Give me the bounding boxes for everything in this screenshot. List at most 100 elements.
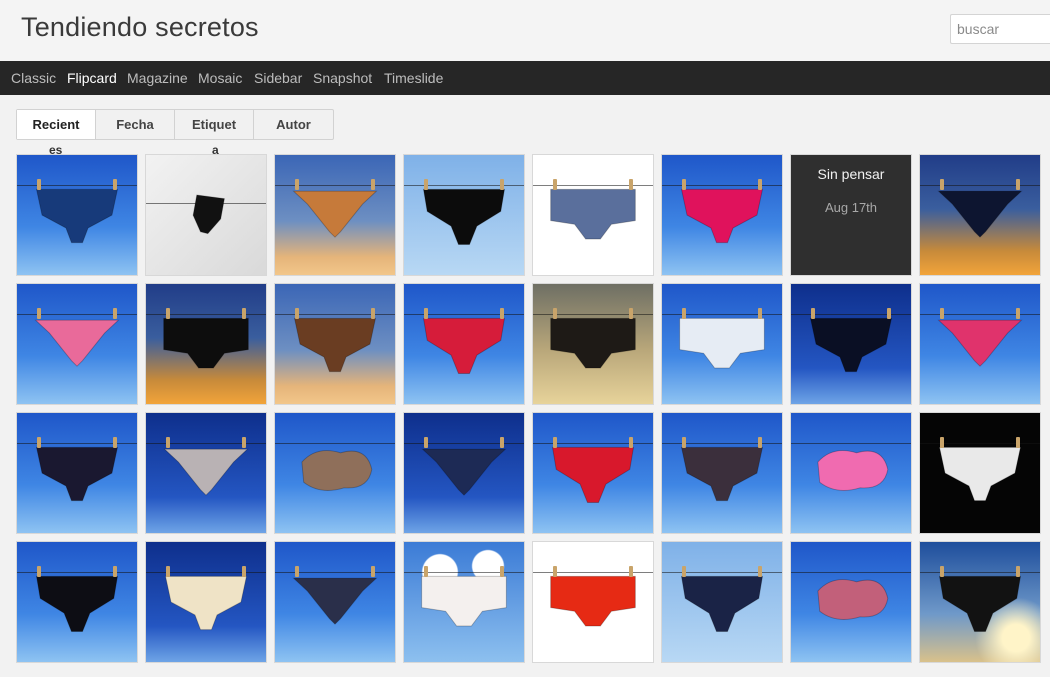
clothespin: [553, 437, 557, 448]
clothespin: [37, 437, 41, 448]
garment-image: [422, 188, 506, 245]
clothespin: [758, 437, 762, 448]
post-card-photo[interactable]: [403, 283, 525, 405]
clothespin: [371, 566, 375, 577]
nav-item-classic[interactable]: Classic: [11, 70, 56, 86]
garment-image: [292, 190, 378, 238]
post-card-photo[interactable]: [532, 154, 654, 276]
post-card-photo[interactable]: [145, 154, 267, 276]
garment-image: [164, 575, 248, 631]
post-card-photo[interactable]: [145, 541, 267, 663]
clothespin: [940, 437, 944, 448]
post-card-photo[interactable]: [919, 283, 1041, 405]
clothespin: [682, 437, 686, 448]
garment-image: [937, 319, 1023, 367]
view-navbar: Classic Flipcard Magazine Mosaic Sidebar…: [0, 61, 1050, 95]
nav-item-flipcard[interactable]: Flipcard: [67, 70, 117, 86]
nav-item-snapshot[interactable]: Snapshot: [313, 70, 372, 86]
tab-fecha[interactable]: Fecha: [96, 110, 175, 139]
garment-image: [421, 448, 507, 496]
site-title[interactable]: Tendiendo secretos: [21, 12, 259, 43]
garment-image: [422, 317, 506, 374]
sort-tabs: Recient Fecha Etiquet Autor: [16, 109, 334, 140]
post-card-text[interactable]: Sin pensar Aug 17th: [790, 154, 912, 276]
clothespin: [887, 308, 891, 319]
clothespin: [629, 566, 633, 577]
garment-image: [809, 317, 893, 373]
post-card-photo[interactable]: [16, 541, 138, 663]
post-card-photo[interactable]: [16, 283, 138, 405]
clothespin: [553, 566, 557, 577]
nav-item-sidebar[interactable]: Sidebar: [254, 70, 302, 86]
post-card-photo[interactable]: [919, 541, 1041, 663]
post-grid: Sin pensar Aug 17th: [16, 154, 1041, 663]
clothespin: [37, 308, 41, 319]
post-card-photo[interactable]: [403, 154, 525, 276]
clothespin: [500, 566, 504, 577]
post-card-photo[interactable]: [919, 412, 1041, 534]
clothespin: [295, 179, 299, 190]
clothespin: [1016, 566, 1020, 577]
tab-autor[interactable]: Autor: [254, 110, 333, 139]
nav-item-timeslide[interactable]: Timeslide: [384, 70, 443, 86]
garment-image: [421, 575, 507, 627]
clothespin: [166, 437, 170, 448]
post-card-photo[interactable]: [532, 541, 654, 663]
post-card-photo[interactable]: [919, 154, 1041, 276]
post-card-photo[interactable]: [145, 283, 267, 405]
post-card-photo[interactable]: [145, 412, 267, 534]
clothespin: [682, 179, 686, 190]
post-card-photo[interactable]: [274, 283, 396, 405]
tab-etiqueta[interactable]: Etiquet: [175, 110, 254, 139]
clothespin: [113, 437, 117, 448]
clothespin: [166, 566, 170, 577]
clothespin: [629, 308, 633, 319]
nav-item-mosaic[interactable]: Mosaic: [198, 70, 242, 86]
garment-image: [680, 446, 764, 502]
clothespin: [758, 308, 762, 319]
site-header: Tendiendo secretos: [0, 0, 1050, 61]
clothespin: [242, 308, 246, 319]
clothespin: [37, 179, 41, 190]
clothespin: [113, 308, 117, 319]
post-card-photo[interactable]: [661, 283, 783, 405]
post-card-title: Sin pensar: [817, 166, 885, 182]
post-card-photo[interactable]: [403, 412, 525, 534]
garment-image: [34, 319, 120, 367]
post-card-photo[interactable]: [274, 541, 396, 663]
clothespin: [166, 308, 170, 319]
garment-image: [293, 317, 377, 373]
post-card-photo[interactable]: [274, 154, 396, 276]
garment-image: [163, 448, 249, 496]
garment-image: [301, 450, 373, 491]
clothespin: [940, 308, 944, 319]
garment-image: [817, 579, 889, 620]
clothespin: [424, 308, 428, 319]
clothespin: [371, 308, 375, 319]
post-card-photo[interactable]: [790, 283, 912, 405]
nav-item-magazine[interactable]: Magazine: [127, 70, 188, 86]
post-card-photo[interactable]: [790, 412, 912, 534]
post-card-photo[interactable]: [16, 154, 138, 276]
garment-image: [680, 188, 764, 244]
search-input[interactable]: [950, 14, 1050, 44]
post-card-photo[interactable]: [532, 412, 654, 534]
clothespin: [500, 437, 504, 448]
clothespin: [424, 179, 428, 190]
clothespin: [940, 566, 944, 577]
clothespin: [37, 566, 41, 577]
post-card-photo[interactable]: [661, 412, 783, 534]
garment-image: [550, 317, 636, 369]
post-card-photo[interactable]: [661, 541, 783, 663]
post-card-photo[interactable]: [403, 541, 525, 663]
post-card-photo[interactable]: [661, 154, 783, 276]
garment-image: [163, 317, 249, 369]
clothespin: [629, 437, 633, 448]
post-card-photo[interactable]: [274, 412, 396, 534]
post-card-photo[interactable]: [790, 541, 912, 663]
post-card-photo[interactable]: [532, 283, 654, 405]
clothespin: [500, 179, 504, 190]
tab-recientes[interactable]: Recient: [17, 110, 96, 139]
post-card-photo[interactable]: [16, 412, 138, 534]
post-card-date: Aug 17th: [824, 200, 878, 215]
